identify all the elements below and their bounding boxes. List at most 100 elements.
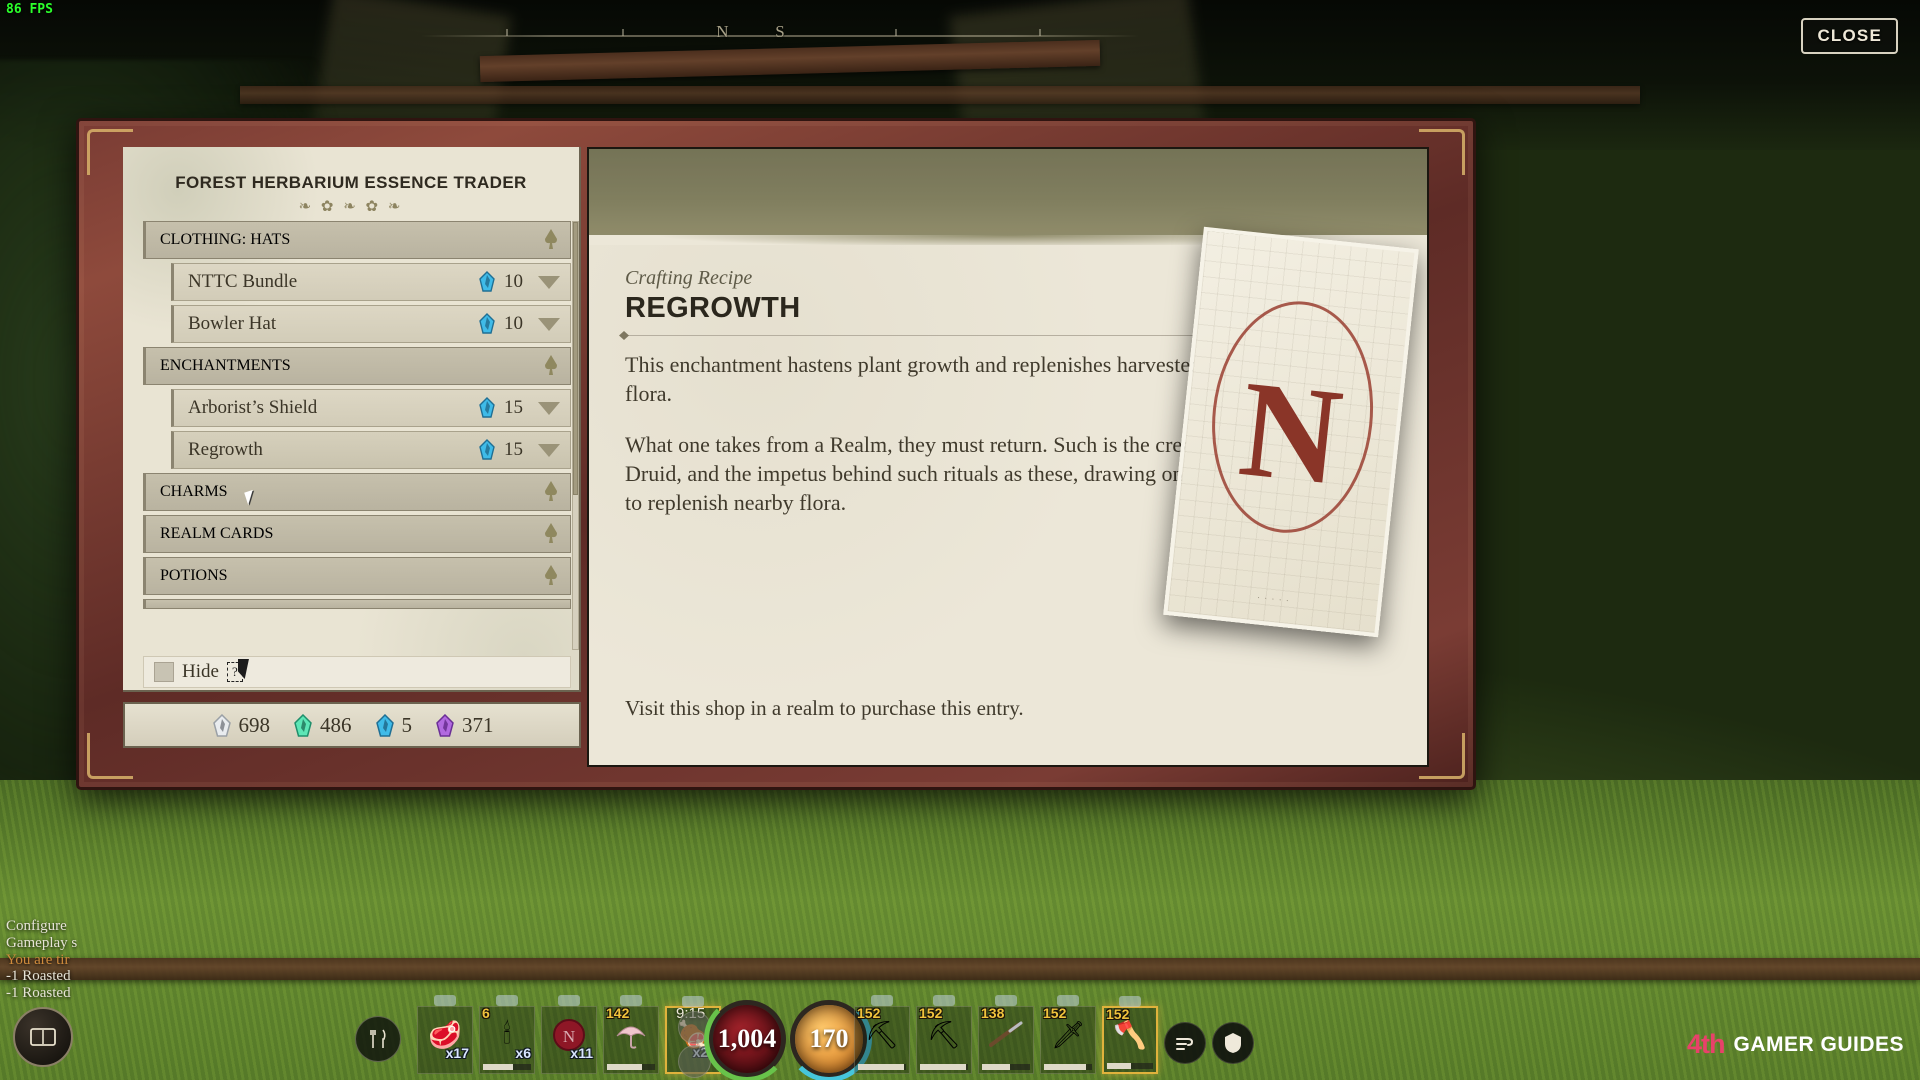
- durability-bar: [607, 1064, 655, 1070]
- blue-essence-icon: [477, 313, 497, 335]
- missing-texture-icon: ?: [226, 662, 243, 682]
- log-line: You are tir: [6, 951, 70, 968]
- chevron-down-icon[interactable]: [538, 275, 560, 289]
- detail-header-art: [589, 149, 1427, 253]
- compass-mark-south: S: [775, 22, 785, 41]
- key-cap: [558, 995, 580, 1006]
- blue-essence-icon: [477, 439, 497, 461]
- currency-amount: 698: [238, 712, 271, 737]
- item-row-regrowth[interactable]: Regrowth 15: [171, 431, 571, 469]
- hotbar-slot[interactable]: 152 🗡: [1040, 995, 1096, 1074]
- green-essence-icon: [292, 714, 312, 737]
- item-price-value: 10: [504, 313, 523, 334]
- category-label: POTIONS: [160, 567, 228, 584]
- hotbar: 🥩 x17 6 🕯 x6 N x11 142 1,004 170 152 ⛏ 1…: [0, 972, 1920, 1080]
- category-label: CLOTHING: HATS: [160, 231, 291, 248]
- log-line: Configure: [6, 918, 67, 935]
- slot-quantity: x6: [515, 1045, 531, 1061]
- close-button[interactable]: CLOSE: [1801, 18, 1898, 54]
- blue-essence-icon: [374, 714, 394, 737]
- spade-marker-icon: [542, 228, 560, 252]
- pickaxe-icon: ⛏: [864, 1019, 900, 1050]
- hotbar-slot[interactable]: 6 🕯 x6: [479, 995, 535, 1074]
- item-name: Arborist’s Shield: [188, 397, 318, 418]
- category-header-partial[interactable]: [143, 599, 571, 609]
- chevron-down-icon[interactable]: [538, 317, 560, 331]
- hotbar-slot[interactable]: 142: [603, 995, 659, 1074]
- hotbar-slot[interactable]: 138: [978, 995, 1034, 1074]
- wood-plank: [240, 86, 1640, 104]
- chevron-down-icon[interactable]: [538, 401, 560, 415]
- item-row[interactable]: NTTC Bundle 10: [171, 263, 571, 301]
- category-header-potions[interactable]: POTIONS: [143, 557, 571, 595]
- shop-category-list[interactable]: CLOTHING: HATS NTTC Bundle 10 Bowler Hat…: [143, 221, 571, 656]
- durability-bar: [1044, 1064, 1092, 1070]
- durability-bar: [483, 1064, 531, 1070]
- compass-bar: N S: [420, 18, 1140, 52]
- health-ring: [704, 996, 790, 1080]
- wind-swirl-icon[interactable]: [1164, 1022, 1206, 1064]
- hotbar-slot[interactable]: 🥩 x17: [417, 995, 473, 1074]
- hotbar-slot[interactable]: 152 ⛏: [854, 995, 910, 1074]
- hotbar-slots: 🥩 x17 6 🕯 x6 N x11 142: [355, 995, 721, 1074]
- compass-mark-north: N: [716, 22, 729, 41]
- currency-amount: 5: [401, 712, 413, 737]
- white-essence-icon: [211, 714, 231, 737]
- item-row[interactable]: Bowler Hat 10: [171, 305, 571, 343]
- currency-white-essence: 698: [211, 712, 271, 738]
- hide-checkbox[interactable]: [154, 662, 174, 682]
- chevron-down-icon[interactable]: [538, 443, 560, 457]
- log-line: Gameplay s: [6, 934, 78, 951]
- slot-quantity: x17: [445, 1045, 469, 1061]
- purple-essence-icon: [434, 714, 454, 737]
- title-flourish-ornament: ❧ ✿ ❧ ✿ ❧: [298, 199, 404, 215]
- health-orb: 1,004: [704, 996, 790, 1080]
- compass-tick: [1039, 29, 1042, 36]
- shop-list-card: FOREST HERBARIUM ESSENCE TRADER ❧ ✿ ❧ ✿ …: [123, 147, 581, 692]
- list-scrollbar-thumb[interactable]: [573, 222, 578, 496]
- item-name: Regrowth: [188, 439, 263, 460]
- watermark-mark: 4th: [1686, 1029, 1725, 1059]
- journal-card: N · · · · ·: [1163, 226, 1419, 638]
- umbrella-icon: [607, 1010, 655, 1059]
- item-row[interactable]: Arborist’s Shield 15: [171, 389, 571, 427]
- item-price-value: 15: [504, 397, 523, 418]
- hotbar-slot-selected[interactable]: 152 🪓: [1102, 996, 1158, 1074]
- spade-marker-icon: [542, 564, 560, 588]
- item-price-value: 15: [504, 439, 523, 460]
- durability-bar: [858, 1064, 906, 1070]
- item-price: 10: [477, 313, 528, 335]
- compass-tick: [621, 29, 624, 36]
- item-name: NTTC Bundle: [188, 271, 298, 292]
- category-header-charms[interactable]: CHARMS: [143, 473, 571, 511]
- key-cap: [434, 995, 456, 1006]
- currency-amount: 486: [320, 712, 352, 737]
- category-label: ENCHANTMENTS: [160, 357, 291, 374]
- battle-axe-icon: 🪓: [1113, 1019, 1147, 1050]
- currency-green-essence: 486: [292, 713, 352, 738]
- hotbar-slot[interactable]: 152 ⛏: [916, 995, 972, 1074]
- category-header-enchantments[interactable]: ENCHANTMENTS: [143, 347, 571, 385]
- item-price: 15: [477, 439, 528, 461]
- journal-button[interactable]: [13, 1007, 73, 1067]
- hotbar-slot[interactable]: N x11: [541, 995, 597, 1074]
- currency-amount: 371: [462, 712, 494, 737]
- list-scrollbar[interactable]: [572, 221, 579, 650]
- fork-knife-icon: [370, 1029, 386, 1048]
- musket-icon: [982, 1010, 1030, 1059]
- hotbar-tools: 152 ⛏ 152 ⛏ 138 152 🗡 152 🪓: [854, 995, 1254, 1074]
- watermark-text: GAMER GUIDES: [1733, 1032, 1904, 1056]
- category-header-realm-cards[interactable]: REALM CARDS: [143, 515, 571, 553]
- spade-marker-icon: [542, 480, 560, 504]
- item-price: 15: [477, 397, 528, 419]
- blue-essence-icon: [477, 397, 497, 419]
- category-header-clothing-hats[interactable]: CLOTHING: HATS: [143, 221, 571, 259]
- spade-marker-icon: [542, 522, 560, 546]
- hide-row[interactable]: Hide ?: [143, 656, 571, 688]
- shop-title: FOREST HERBARIUM ESSENCE TRADER: [175, 173, 527, 192]
- compass-tick: [506, 29, 509, 36]
- shield-icon[interactable]: [1212, 1022, 1254, 1064]
- ornate-pickaxe-icon: ⛏: [926, 1019, 962, 1050]
- book-icon: [30, 1028, 56, 1046]
- eat-button[interactable]: [355, 1016, 401, 1062]
